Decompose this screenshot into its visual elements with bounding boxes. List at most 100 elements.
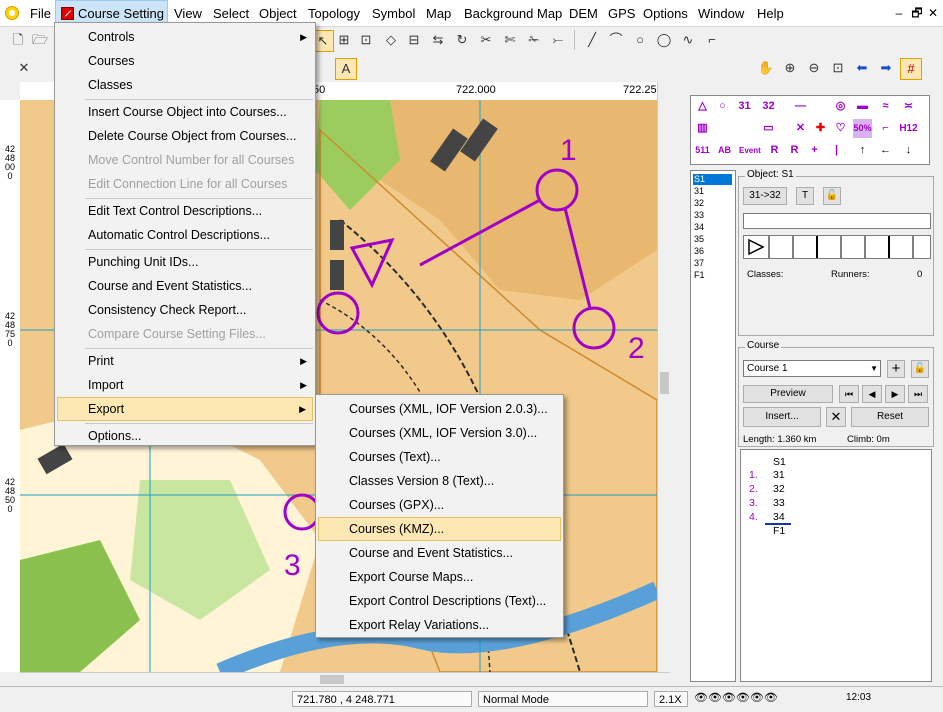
back-icon[interactable]: ⬅	[852, 58, 872, 78]
menu-item-courses[interactable]: Courses	[57, 49, 313, 73]
symbol-first-aid[interactable]: ✚	[811, 119, 830, 138]
menu-item-export-control-descriptions[interactable]: Export Control Descriptions (Text)...	[318, 589, 561, 613]
menu-window[interactable]: Window	[693, 0, 749, 26]
zoom-in-icon[interactable]: ⊕	[780, 58, 800, 78]
list-item[interactable]: 36	[693, 246, 732, 257]
grid-tool-icon[interactable]: ⊡	[356, 30, 376, 50]
symbol-bar[interactable]: |	[827, 141, 846, 160]
course-select[interactable]: Course 1 ▼	[743, 360, 881, 377]
grid-display-icon[interactable]: #	[900, 58, 922, 80]
pan-icon[interactable]: ✋	[756, 58, 776, 78]
reverse-icon[interactable]: ⇆	[428, 30, 448, 50]
menu-item-export-xml-3[interactable]: Courses (XML, IOF Version 3.0)...	[318, 421, 561, 445]
last-icon[interactable]: ⏭	[908, 385, 928, 403]
symbol-opacity[interactable]: 50%	[853, 119, 872, 138]
menu-item-options[interactable]: Options...	[57, 424, 313, 448]
add-course-button[interactable]: +	[887, 360, 905, 378]
vertical-scrollbar[interactable]	[657, 82, 671, 672]
measure-icon[interactable]: ⤚	[548, 30, 568, 50]
symbol-event-text[interactable]: Event	[739, 141, 761, 160]
menu-item-automatic-descriptions[interactable]: Automatic Control Descriptions...	[57, 223, 313, 247]
symbol-refreshment[interactable]: ♡	[831, 119, 850, 138]
cut-icon[interactable]: ✂	[476, 30, 496, 50]
diamond-tool-icon[interactable]: ◇	[381, 30, 401, 50]
arrow-down-icon[interactable]: ↓	[899, 141, 918, 160]
arrow-up-icon[interactable]: ↑	[853, 141, 872, 160]
control-code-list[interactable]: S1 31 32 33 34 35 36 37 F1	[690, 170, 736, 682]
freehand-icon[interactable]: ∿	[678, 30, 698, 50]
symbol-ab-text[interactable]: AB	[715, 141, 734, 160]
code-change-button[interactable]: 31->32	[743, 187, 787, 205]
symbol-finish[interactable]: ◎	[831, 97, 850, 116]
view-mode-icon[interactable]: 👁👁👁👁👁👁	[694, 691, 778, 704]
menu-item-export-relay-variations[interactable]: Export Relay Variations...	[318, 613, 561, 637]
menu-item-export-text[interactable]: Courses (Text)...	[318, 445, 561, 469]
menu-item-delete-course-object[interactable]: Delete Course Object from Courses...	[57, 124, 313, 148]
cut-hole-icon[interactable]: ✁	[524, 30, 544, 50]
list-item[interactable]: F1	[693, 270, 732, 281]
menu-options[interactable]: Options	[638, 0, 693, 26]
course-leg-list[interactable]: S1 1. 31 2. 32 3. 33 4. 34 F1	[740, 449, 932, 682]
menu-gps[interactable]: GPS	[603, 0, 640, 26]
symbol-passage[interactable]: ≍	[899, 97, 918, 116]
menu-item-export-gpx[interactable]: Courses (GPX)...	[318, 493, 561, 517]
rotate-icon[interactable]: ↻	[452, 30, 472, 50]
menu-item-import[interactable]: Import ▶	[57, 373, 313, 397]
symbol-forbidden-cross[interactable]: ✕	[791, 119, 810, 138]
menu-item-controls[interactable]: Controls ▶	[57, 25, 313, 49]
menu-item-export[interactable]: Export ▶	[57, 397, 313, 421]
symbol-crossing[interactable]: ≈	[876, 97, 895, 116]
symbol-text-h12[interactable]: H12	[899, 119, 918, 138]
menu-dem[interactable]: DEM	[564, 0, 603, 26]
symbol-forbidden-route[interactable]: ▭	[759, 119, 778, 138]
first-icon[interactable]: ⏮	[839, 385, 859, 403]
text-tool-icon[interactable]: A	[335, 58, 357, 80]
vertical-scroll-thumb[interactable]	[660, 372, 669, 394]
symbol-r-text[interactable]: R	[785, 141, 804, 160]
mode-select[interactable]: Normal Mode	[478, 691, 648, 707]
menu-item-export-course-maps[interactable]: Export Course Maps...	[318, 565, 561, 589]
lock-icon[interactable]: 🔓	[823, 187, 841, 205]
cut-area-icon[interactable]: ✄	[500, 30, 520, 50]
symbol-corner[interactable]: ⌐	[876, 119, 895, 138]
square-node-icon[interactable]: ⊟	[404, 30, 424, 50]
symbol-start[interactable]: △	[693, 97, 712, 116]
menu-symbol[interactable]: Symbol	[367, 0, 420, 26]
new-file-icon[interactable]: 🗋	[8, 30, 28, 50]
forward-icon[interactable]: ➡	[876, 58, 896, 78]
menu-item-course-event-statistics[interactable]: Course and Event Statistics...	[57, 274, 313, 298]
menu-item-export-statistics[interactable]: Course and Event Statistics...	[318, 541, 561, 565]
symbol-course-line[interactable]: —	[791, 97, 810, 116]
arrow-left-icon[interactable]: ←	[876, 141, 895, 160]
list-item[interactable]: 35	[693, 234, 732, 245]
menu-item-punching-unit-ids[interactable]: Punching Unit IDs...	[57, 250, 313, 274]
menu-item-print[interactable]: Print ▶	[57, 349, 313, 373]
previous-icon[interactable]: ◀	[862, 385, 882, 403]
menu-background-map[interactable]: Background Map	[459, 0, 567, 26]
next-icon[interactable]: ▶	[885, 385, 905, 403]
symbol-control[interactable]: ○	[713, 97, 732, 116]
ellipse-icon[interactable]: ◯	[654, 30, 674, 50]
minimize-icon[interactable]: –	[890, 4, 908, 22]
delete-icon[interactable]: ✕	[826, 407, 846, 427]
straight-line-icon[interactable]: ╱	[582, 30, 602, 50]
symbol-control-number[interactable]: 32	[759, 97, 778, 116]
symbol-r-text[interactable]: R	[765, 141, 784, 160]
symbol-marked-route[interactable]: ▬	[853, 97, 872, 116]
menu-map[interactable]: Map	[421, 0, 456, 26]
list-item[interactable]: 33	[693, 210, 732, 221]
menu-help[interactable]: Help	[752, 0, 789, 26]
menu-item-insert-course-object[interactable]: Insert Course Object into Courses...	[57, 100, 313, 124]
rectangular-line-icon[interactable]: ⌐	[702, 30, 722, 50]
open-file-icon[interactable]: 🗁	[30, 30, 50, 50]
list-item[interactable]: 34	[693, 222, 732, 233]
symbol-cross[interactable]: +	[805, 141, 824, 160]
description-field[interactable]	[743, 213, 931, 229]
zoom-out-icon[interactable]: ⊖	[804, 58, 824, 78]
symbol-forbidden-area[interactable]: ▥	[693, 119, 712, 138]
zoom-window-icon[interactable]: ⊡	[828, 58, 848, 78]
menu-file[interactable]: File	[25, 0, 56, 26]
lock-icon[interactable]: 🔓	[911, 360, 929, 378]
text-button[interactable]: T	[796, 187, 814, 205]
symbol-code-text[interactable]: 511	[693, 141, 712, 160]
